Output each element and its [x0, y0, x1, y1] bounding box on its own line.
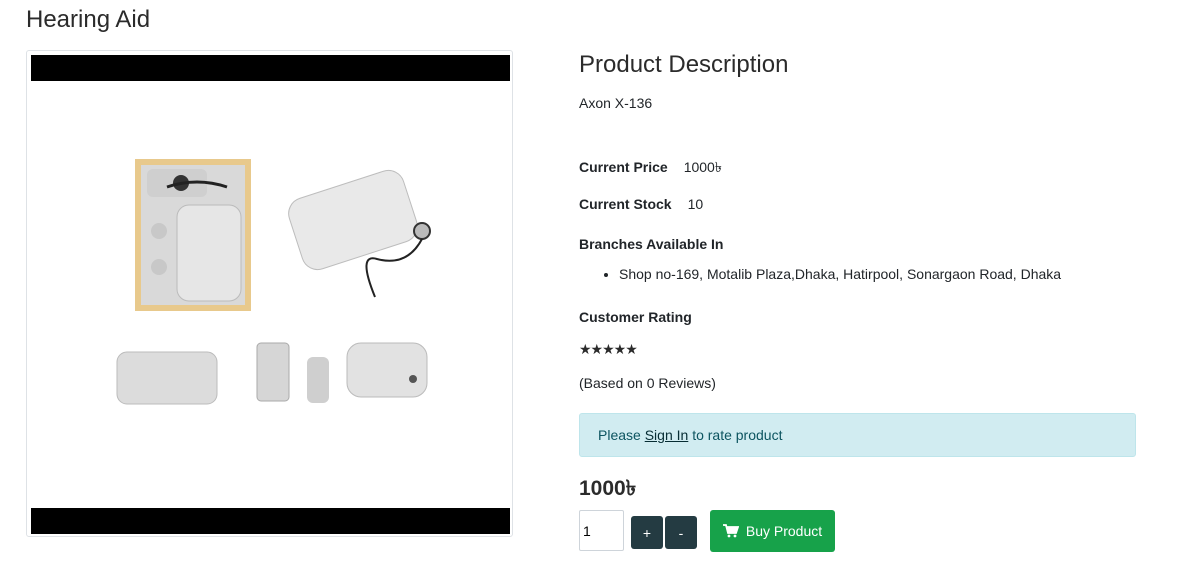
current-stock-label: Current Stock: [579, 196, 672, 212]
price-display: 1000৳: [579, 477, 637, 500]
branches-label: Branches Available In: [579, 236, 723, 252]
rating-label: Customer Rating: [579, 309, 692, 325]
increment-button[interactable]: +: [631, 516, 663, 549]
product-image-frame: [26, 50, 513, 537]
rating-label-text: Customer Rating: [579, 309, 692, 325]
branch-list: Shop no-169, Motalib Plaza,Dhaka, Hatirp…: [579, 266, 1061, 282]
signin-alert: Please Sign In to rate product: [579, 413, 1136, 457]
current-price-value: 1000৳: [683, 159, 722, 175]
image-letterbox-bottom: [31, 508, 510, 534]
branch-item: Shop no-169, Motalib Plaza,Dhaka, Hatirp…: [619, 266, 1061, 282]
page-title: Hearing Aid: [26, 6, 151, 33]
buy-product-label: Buy Product: [745, 523, 823, 539]
current-price-row: Current Price 1000৳: [579, 156, 722, 180]
quantity-input[interactable]: [579, 510, 624, 551]
decrement-button[interactable]: -: [665, 516, 697, 549]
current-stock-value: 10: [687, 196, 704, 212]
buy-product-button[interactable]: Buy Product: [710, 510, 835, 552]
image-letterbox-top: [31, 55, 510, 81]
product-model: Axon X-136: [579, 95, 653, 111]
signin-prefix: Please: [598, 427, 641, 443]
branches-label-text: Branches Available In: [579, 236, 724, 252]
current-stock-row: Current Stock 10: [579, 196, 703, 212]
description-heading: Product Description: [579, 51, 789, 78]
signin-suffix: to rate product: [692, 427, 783, 443]
cart-icon: [722, 524, 739, 538]
signin-link[interactable]: Sign In: [645, 427, 689, 443]
review-count: (Based on 0 Reviews): [579, 375, 716, 391]
current-price-label: Current Price: [579, 159, 668, 175]
product-image: [116, 159, 431, 405]
star-rating: ★★★★★: [579, 341, 638, 357]
